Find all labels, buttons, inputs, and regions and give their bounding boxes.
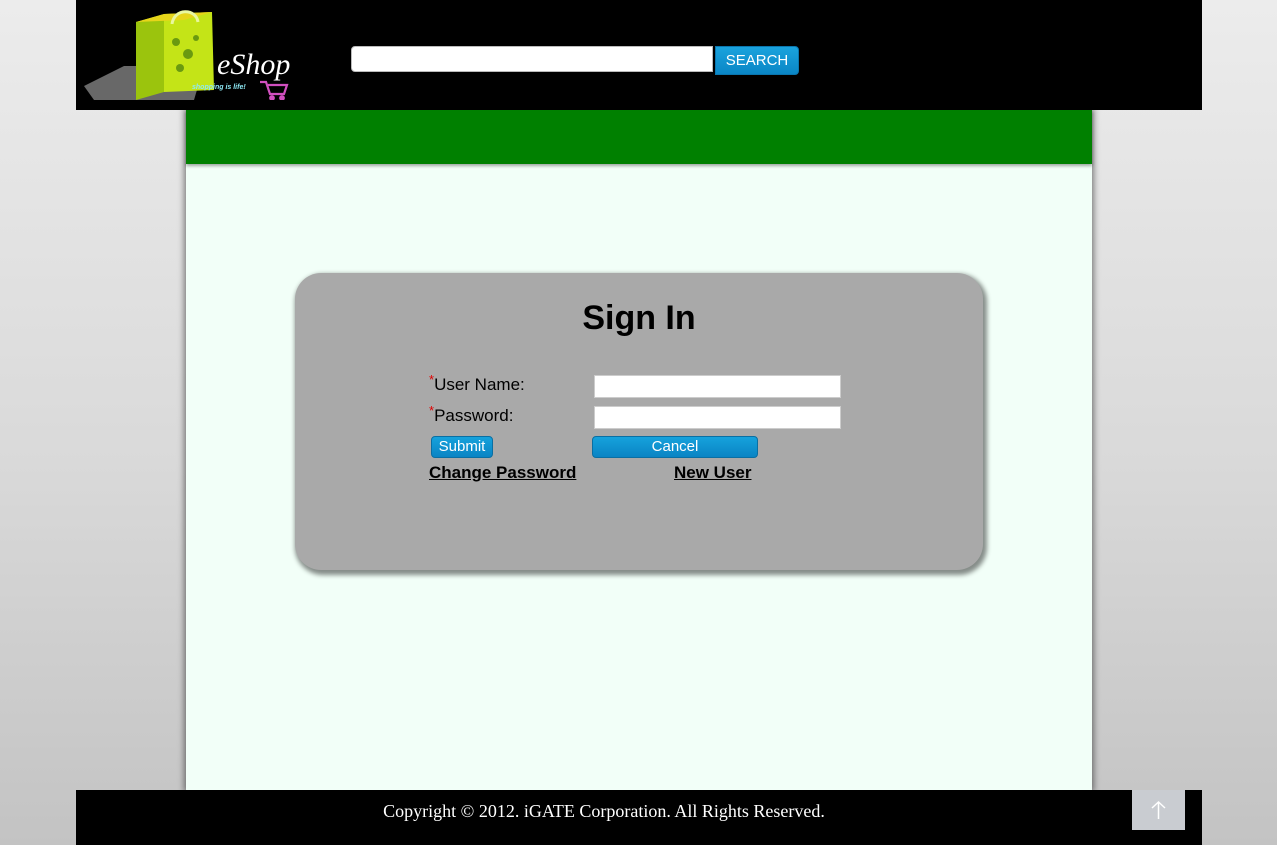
signin-title: Sign In xyxy=(582,299,696,337)
cancel-button[interactable]: Cancel xyxy=(592,436,758,458)
password-field[interactable] xyxy=(594,406,841,429)
green-banner xyxy=(186,110,1092,164)
back-to-top-button[interactable] xyxy=(1132,790,1185,830)
header: eShop shopping is life! SEARCH xyxy=(76,0,1202,110)
required-marker: * xyxy=(429,403,435,418)
change-password-link[interactable]: Change Password xyxy=(429,463,576,483)
new-user-link[interactable]: New User xyxy=(674,463,751,483)
main-content: Sign In *User Name: *Password: Submit Ca… xyxy=(186,110,1092,790)
password-label-row: *Password: xyxy=(429,403,514,426)
signin-panel: Sign In *User Name: *Password: Submit Ca… xyxy=(295,273,983,570)
logo-brand-text: eShop xyxy=(217,48,291,81)
arrow-up-icon xyxy=(1151,800,1166,819)
copyright-text: Copyright © 2012. iGATE Corporation. All… xyxy=(383,801,825,821)
username-label: User Name: xyxy=(434,375,525,394)
required-marker: * xyxy=(429,372,435,387)
search-button[interactable]: SEARCH xyxy=(715,46,799,75)
eshop-logo[interactable]: eShop shopping is life! xyxy=(84,8,304,100)
footer: Copyright © 2012. iGATE Corporation. All… xyxy=(76,790,1202,845)
username-field[interactable] xyxy=(594,375,841,398)
search-input[interactable] xyxy=(351,46,713,72)
logo-tagline-text: shopping is life! xyxy=(192,84,246,91)
password-label: Password: xyxy=(434,406,514,425)
username-label-row: *User Name: xyxy=(429,372,525,395)
submit-button[interactable]: Submit xyxy=(431,436,493,458)
